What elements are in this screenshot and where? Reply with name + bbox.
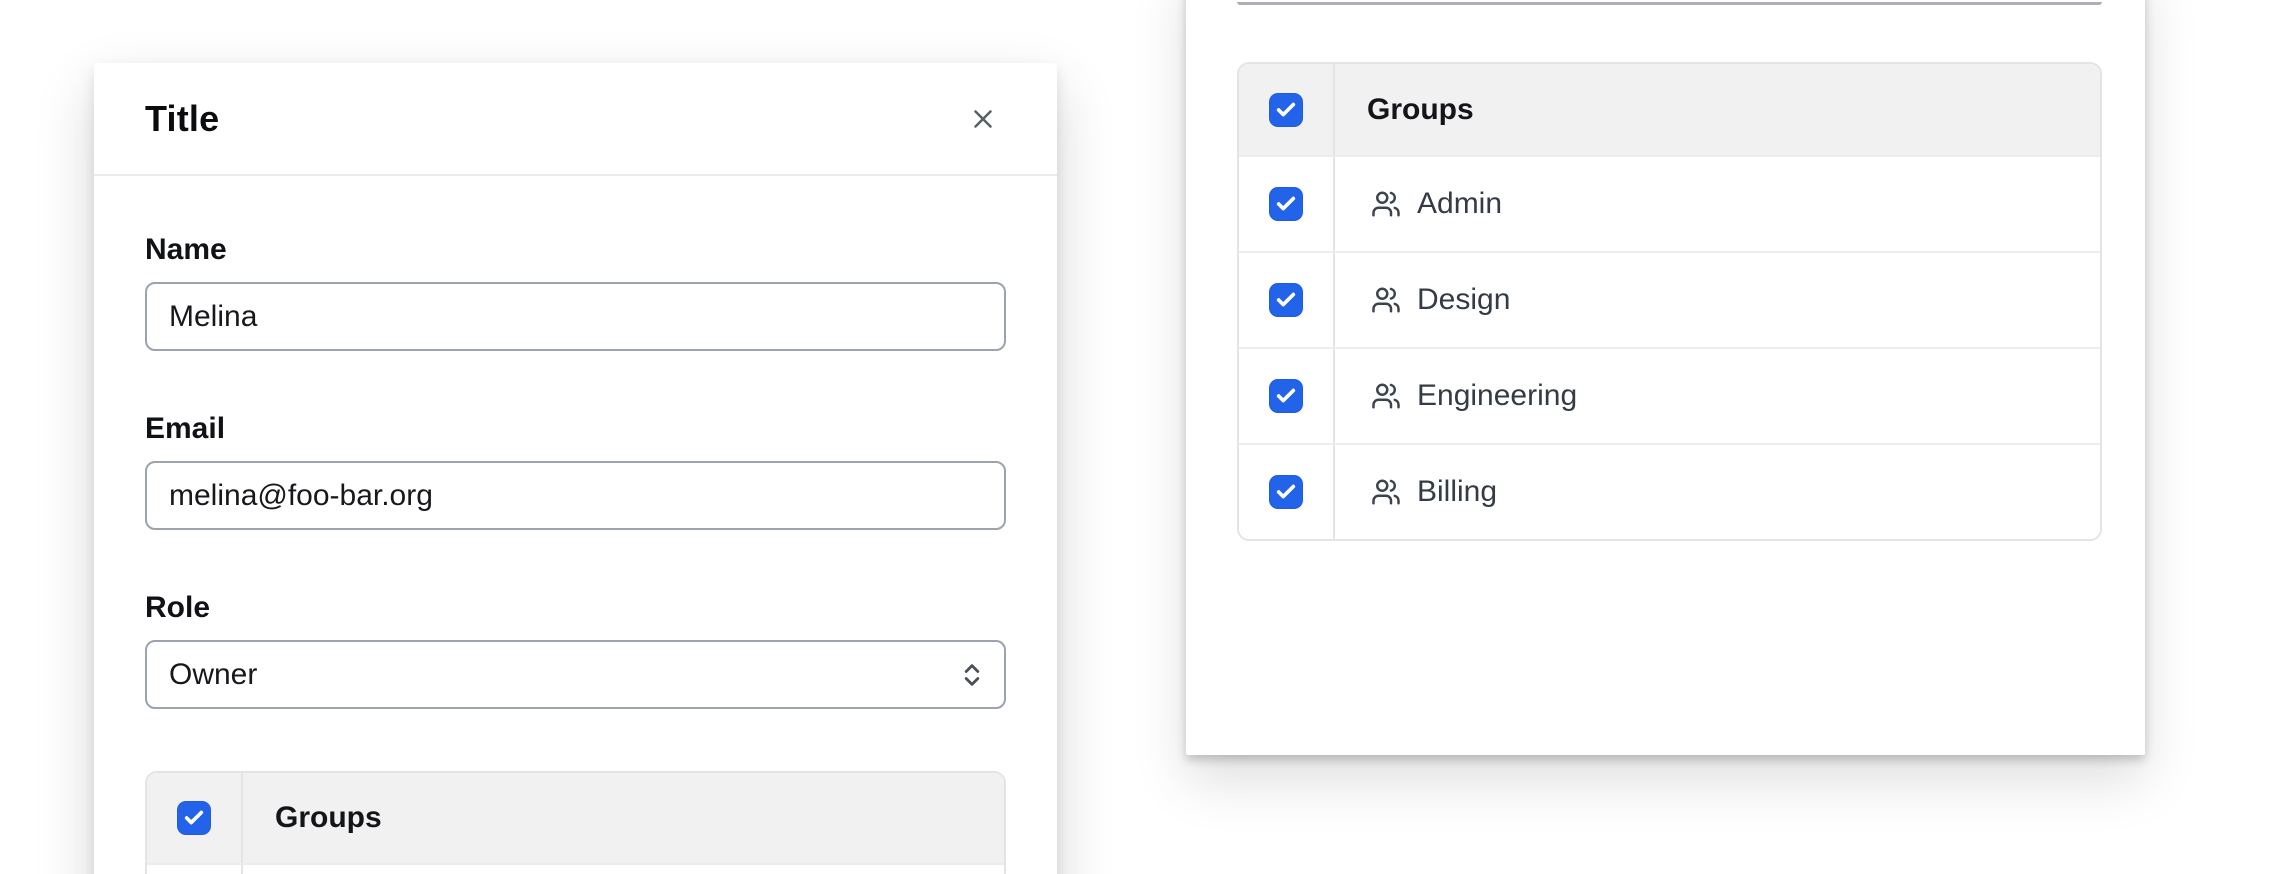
email-field-group: Email: [145, 411, 1006, 530]
users-icon: [1371, 285, 1401, 315]
check-icon: [1275, 99, 1297, 121]
modal-body: Name Email Role Owner: [94, 176, 1057, 874]
name-field-group: Name: [145, 232, 1006, 351]
check-icon: [1275, 481, 1297, 503]
row-checkbox-cell: [147, 865, 243, 874]
row-checkbox-cell: [1239, 445, 1335, 539]
row-content-cell: Admin: [1335, 157, 2100, 251]
select-all-checkbox[interactable]: [177, 801, 211, 835]
row-content-cell: Billing: [1335, 445, 2100, 539]
role-field-group: Role Owner: [145, 590, 1006, 709]
check-icon: [1275, 193, 1297, 215]
groups-header-label: Groups: [275, 801, 382, 835]
email-label: Email: [145, 411, 1006, 447]
group-checkbox[interactable]: [1269, 475, 1303, 509]
modal-groups-table: Groups: [145, 771, 1006, 874]
row-checkbox-cell: [1239, 349, 1335, 443]
check-icon: [1275, 289, 1297, 311]
email-input[interactable]: [145, 461, 1006, 530]
chevrons-up-down-icon: [958, 661, 986, 689]
header-checkbox-cell: [1239, 64, 1335, 155]
select-all-checkbox[interactable]: [1269, 93, 1303, 127]
group-row: Admin: [1239, 155, 2100, 251]
group-checkbox[interactable]: [1269, 379, 1303, 413]
name-input[interactable]: [145, 282, 1006, 351]
header-label-cell: Groups: [243, 773, 1004, 863]
panel-groups-table-header: Groups: [1239, 64, 2100, 155]
modal-groups-table-header: Groups: [147, 773, 1004, 863]
group-row: Engineering: [1239, 347, 2100, 443]
close-icon: [968, 104, 998, 134]
group-row: Billing: [1239, 443, 2100, 539]
row-content-cell: Design: [1335, 253, 2100, 347]
role-label: Role: [145, 590, 1006, 626]
users-icon: [1371, 381, 1401, 411]
panel-groups-table: Groups Admin: [1237, 62, 2102, 541]
cutoff-element-edge: [1237, 2, 2102, 5]
group-label: Design: [1417, 283, 1510, 317]
role-select[interactable]: Owner: [145, 640, 1006, 709]
edit-user-modal: Title Name Email Role Owner: [94, 63, 1057, 874]
row-content-cell: [243, 865, 1004, 874]
check-icon: [1275, 385, 1297, 407]
row-checkbox-cell: [1239, 253, 1335, 347]
row-checkbox-cell: [1239, 157, 1335, 251]
group-checkbox[interactable]: [1269, 283, 1303, 317]
group-checkbox[interactable]: [1269, 187, 1303, 221]
row-content-cell: Engineering: [1335, 349, 2100, 443]
group-label: Engineering: [1417, 379, 1577, 413]
header-checkbox-cell: [147, 773, 243, 863]
modal-header: Title: [94, 63, 1057, 176]
group-row: Design: [1239, 251, 2100, 347]
table-row: [147, 863, 1004, 874]
group-label: Admin: [1417, 187, 1502, 221]
name-label: Name: [145, 232, 1006, 268]
groups-header-label: Groups: [1367, 93, 1474, 127]
users-icon: [1371, 189, 1401, 219]
modal-title: Title: [145, 98, 219, 140]
header-label-cell: Groups: [1335, 64, 2100, 155]
group-label: Billing: [1417, 475, 1497, 509]
close-button[interactable]: [961, 97, 1005, 141]
groups-panel: Groups Admin: [1186, 0, 2145, 755]
check-icon: [183, 807, 205, 829]
users-icon: [1371, 477, 1401, 507]
role-select-value: Owner: [169, 658, 257, 692]
